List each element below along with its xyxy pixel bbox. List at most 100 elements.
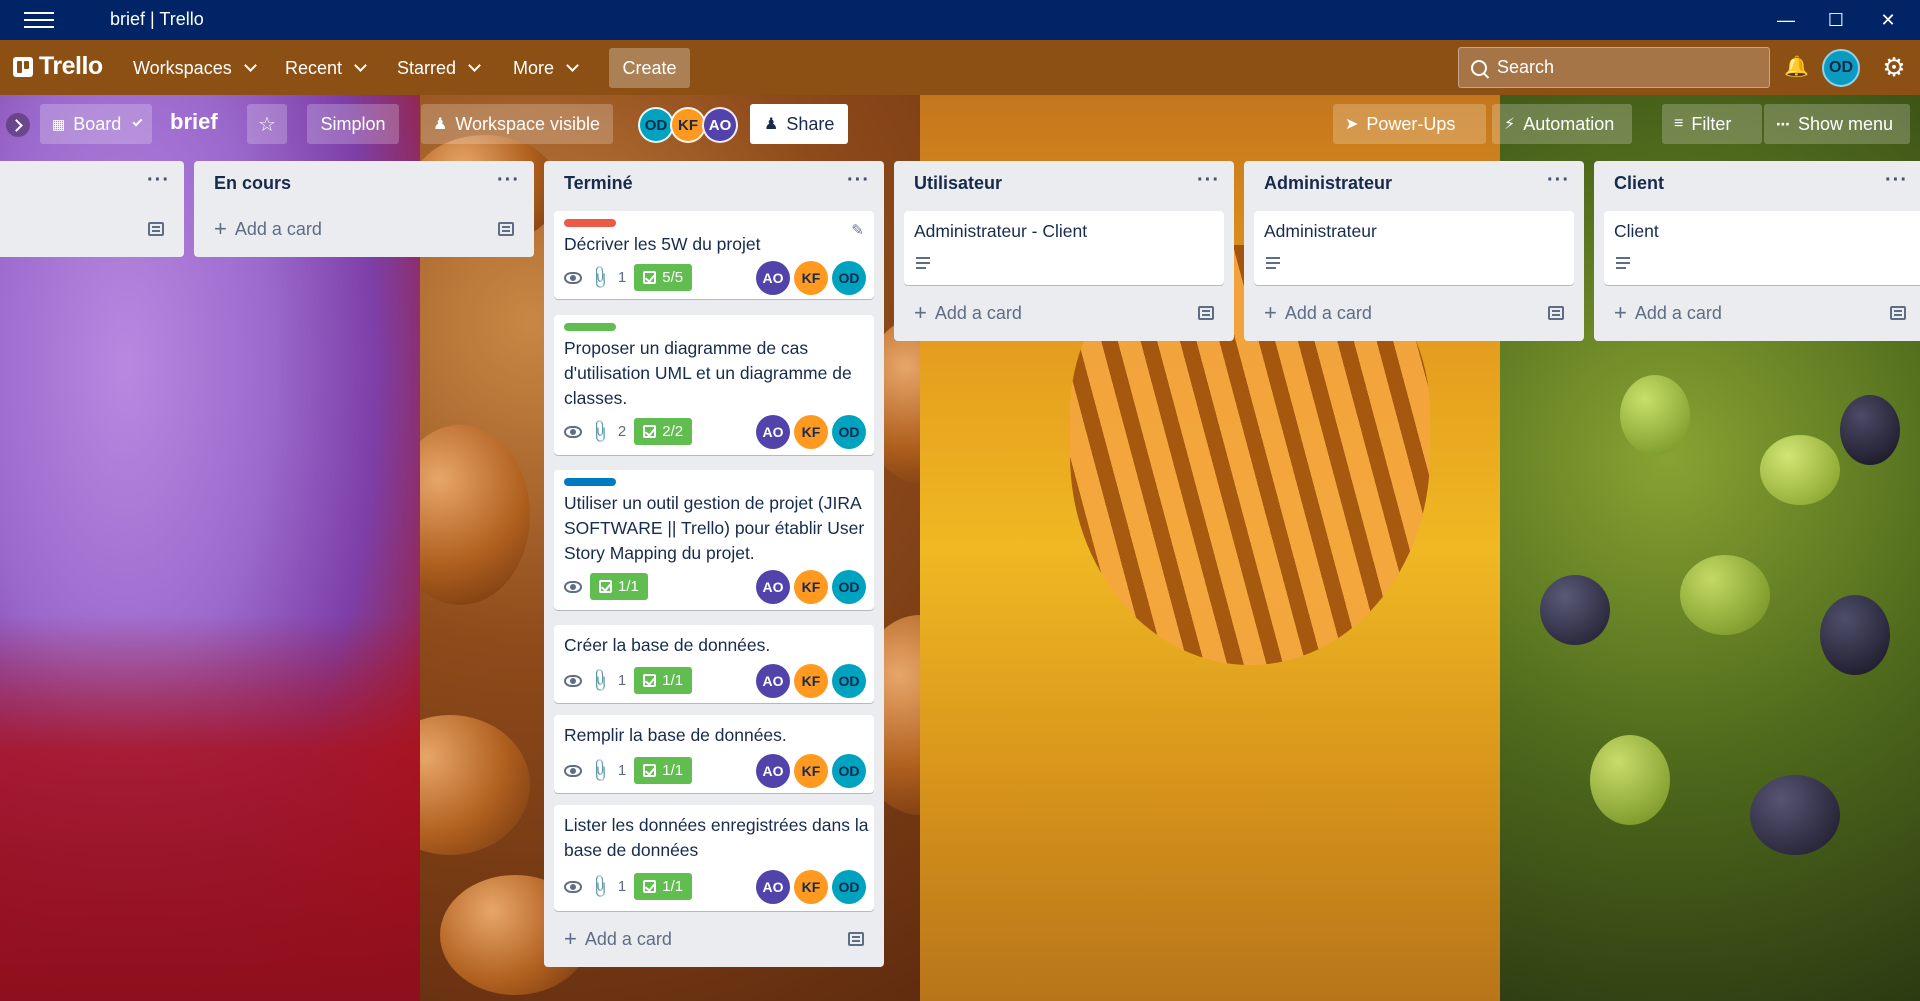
checklist-count: 1/1	[662, 762, 684, 779]
member-avatar[interactable]: OD	[832, 415, 866, 449]
starred-menu[interactable]: Starred	[387, 49, 489, 87]
list-title[interactable]: Terminé	[564, 173, 633, 194]
list-menu-button[interactable]: ···	[497, 169, 520, 192]
member-avatar[interactable]: AO	[756, 261, 790, 295]
member-avatar[interactable]: KF	[794, 870, 828, 904]
window-titlebar: brief | Trello — ☐ ✕	[0, 0, 1920, 40]
filter-button[interactable]: ≡ Filter	[1662, 104, 1762, 144]
search-box[interactable]	[1458, 47, 1770, 88]
card-title-line: SOFTWARE || Trello) pour établir User	[564, 518, 865, 538]
card[interactable]: ✎ Décriver les 5W du projet 📎 1 5/5 AO KF…	[554, 211, 874, 299]
card[interactable]: Créer la base de données. 📎 1 1/1 AO KF O…	[554, 625, 874, 703]
list-menu-button[interactable]: ···	[1197, 169, 1220, 192]
close-icon[interactable]: ✕	[1866, 6, 1910, 34]
card-template-icon[interactable]	[1198, 306, 1214, 320]
notifications-bell-icon[interactable]: 🔔	[1784, 54, 1809, 80]
list-menu-button[interactable]: ···	[847, 169, 870, 192]
member-avatar[interactable]: KF	[670, 107, 706, 143]
show-menu-button[interactable]: ⋯ Show menu	[1764, 104, 1910, 144]
star-board-button[interactable]: ☆	[247, 104, 287, 144]
more-menu[interactable]: More	[503, 49, 587, 87]
workspace-button[interactable]: Simplon	[307, 104, 399, 144]
trello-logo[interactable]: Trello	[13, 52, 103, 81]
list-title[interactable]: Administrateur	[1264, 173, 1392, 194]
list-menu-button[interactable]: ···	[1885, 169, 1908, 192]
more-label: More	[513, 57, 555, 78]
board-title[interactable]: brief	[170, 109, 218, 135]
card-template-icon[interactable]	[498, 222, 514, 236]
member-avatar[interactable]: KF	[794, 570, 828, 604]
app-header: Trello Workspaces Recent Starred More Cr…	[0, 40, 1920, 95]
member-avatar[interactable]: OD	[638, 107, 674, 143]
add-card-button[interactable]: + Add a card	[214, 216, 322, 242]
list-title[interactable]: Client	[1614, 173, 1664, 194]
checklist-icon	[599, 580, 612, 593]
hamburger-menu-icon[interactable]	[24, 12, 54, 28]
card-template-icon[interactable]	[1890, 306, 1906, 320]
card[interactable]: Proposer un diagramme de cas d'utilisati…	[554, 315, 874, 455]
member-avatar[interactable]: OD	[832, 870, 866, 904]
list-menu-button[interactable]: ···	[147, 169, 170, 192]
card[interactable]: Administrateur - Client	[904, 211, 1224, 285]
member-avatar[interactable]: AO	[702, 107, 738, 143]
recent-menu[interactable]: Recent	[275, 49, 375, 87]
member-avatar[interactable]: OD	[832, 754, 866, 788]
card-template-icon[interactable]	[148, 222, 164, 236]
member-avatar[interactable]: OD	[832, 664, 866, 698]
chevron-down-icon	[243, 59, 257, 72]
list-menu-button[interactable]: ···	[1547, 169, 1570, 192]
card-title: Décriver les 5W du projet	[564, 234, 761, 254]
member-avatar[interactable]: AO	[756, 664, 790, 698]
list-title[interactable]: Utilisateur	[914, 173, 1002, 194]
board-view-switcher[interactable]: ▦ Board	[40, 104, 152, 144]
member-avatar[interactable]: KF	[794, 664, 828, 698]
automation-button[interactable]: ⚡ Automation	[1492, 104, 1632, 144]
user-avatar[interactable]: OD	[1822, 49, 1860, 87]
checklist-badge: 2/2	[634, 418, 693, 445]
member-avatar[interactable]: AO	[756, 754, 790, 788]
card-title: Utiliser un outil gestion de projet (JIR…	[564, 491, 864, 566]
card[interactable]: Utiliser un outil gestion de projet (JIR…	[554, 470, 874, 610]
card-members: AO KF OD	[756, 415, 866, 449]
create-button[interactable]: Create	[609, 48, 690, 88]
card[interactable]: Lister les données enregistrées dans la …	[554, 805, 874, 911]
member-avatar[interactable]: OD	[832, 570, 866, 604]
workspaces-menu[interactable]: Workspaces	[123, 49, 265, 87]
edit-pencil-icon[interactable]: ✎	[851, 221, 864, 239]
share-button[interactable]: ♟ Share	[750, 104, 849, 144]
attachment-count: 2	[617, 423, 627, 440]
maximize-icon[interactable]: ☐	[1814, 6, 1858, 34]
checklist-icon	[643, 271, 657, 284]
card[interactable]: Remplir la base de données. 📎 1 1/1 AO KF…	[554, 715, 874, 793]
member-avatar[interactable]: AO	[756, 870, 790, 904]
member-avatar[interactable]: KF	[794, 415, 828, 449]
add-card-button[interactable]: + Add a card	[564, 926, 672, 952]
minimize-icon[interactable]: —	[1764, 6, 1808, 34]
card-title: Créer la base de données.	[564, 635, 771, 655]
visibility-button[interactable]: ♟ Workspace visible	[421, 104, 613, 144]
add-card-button[interactable]: + Add a card	[1614, 300, 1722, 326]
settings-gear-icon[interactable]: ⚙	[1878, 51, 1910, 83]
member-avatar[interactable]: KF	[794, 261, 828, 295]
list-title[interactable]: En cours	[214, 173, 291, 194]
card-label-green	[564, 323, 616, 331]
add-card-button[interactable]: + Add a card	[1264, 300, 1372, 326]
attachment-icon: 📎	[586, 757, 613, 784]
watching-eye-icon	[564, 271, 582, 284]
member-avatar[interactable]: AO	[756, 570, 790, 604]
add-card-label: Add a card	[584, 928, 672, 949]
power-ups-button[interactable]: ➤ Power-Ups	[1333, 104, 1486, 144]
expand-sidebar-button[interactable]	[6, 113, 30, 137]
add-card-button[interactable]: + Add a card	[914, 300, 1022, 326]
card[interactable]: Administrateur	[1254, 211, 1574, 285]
card-template-icon[interactable]	[1548, 306, 1564, 320]
search-input[interactable]	[1497, 57, 1757, 78]
member-avatar[interactable]: KF	[794, 754, 828, 788]
card-title-line: Lister les données enregistrées dans la	[564, 815, 869, 835]
member-avatar[interactable]: AO	[756, 415, 790, 449]
card[interactable]: Client	[1604, 211, 1920, 285]
description-icon	[1616, 257, 1630, 269]
member-avatar[interactable]: OD	[832, 261, 866, 295]
watching-eye-icon	[564, 674, 582, 687]
card-template-icon[interactable]	[848, 932, 864, 946]
